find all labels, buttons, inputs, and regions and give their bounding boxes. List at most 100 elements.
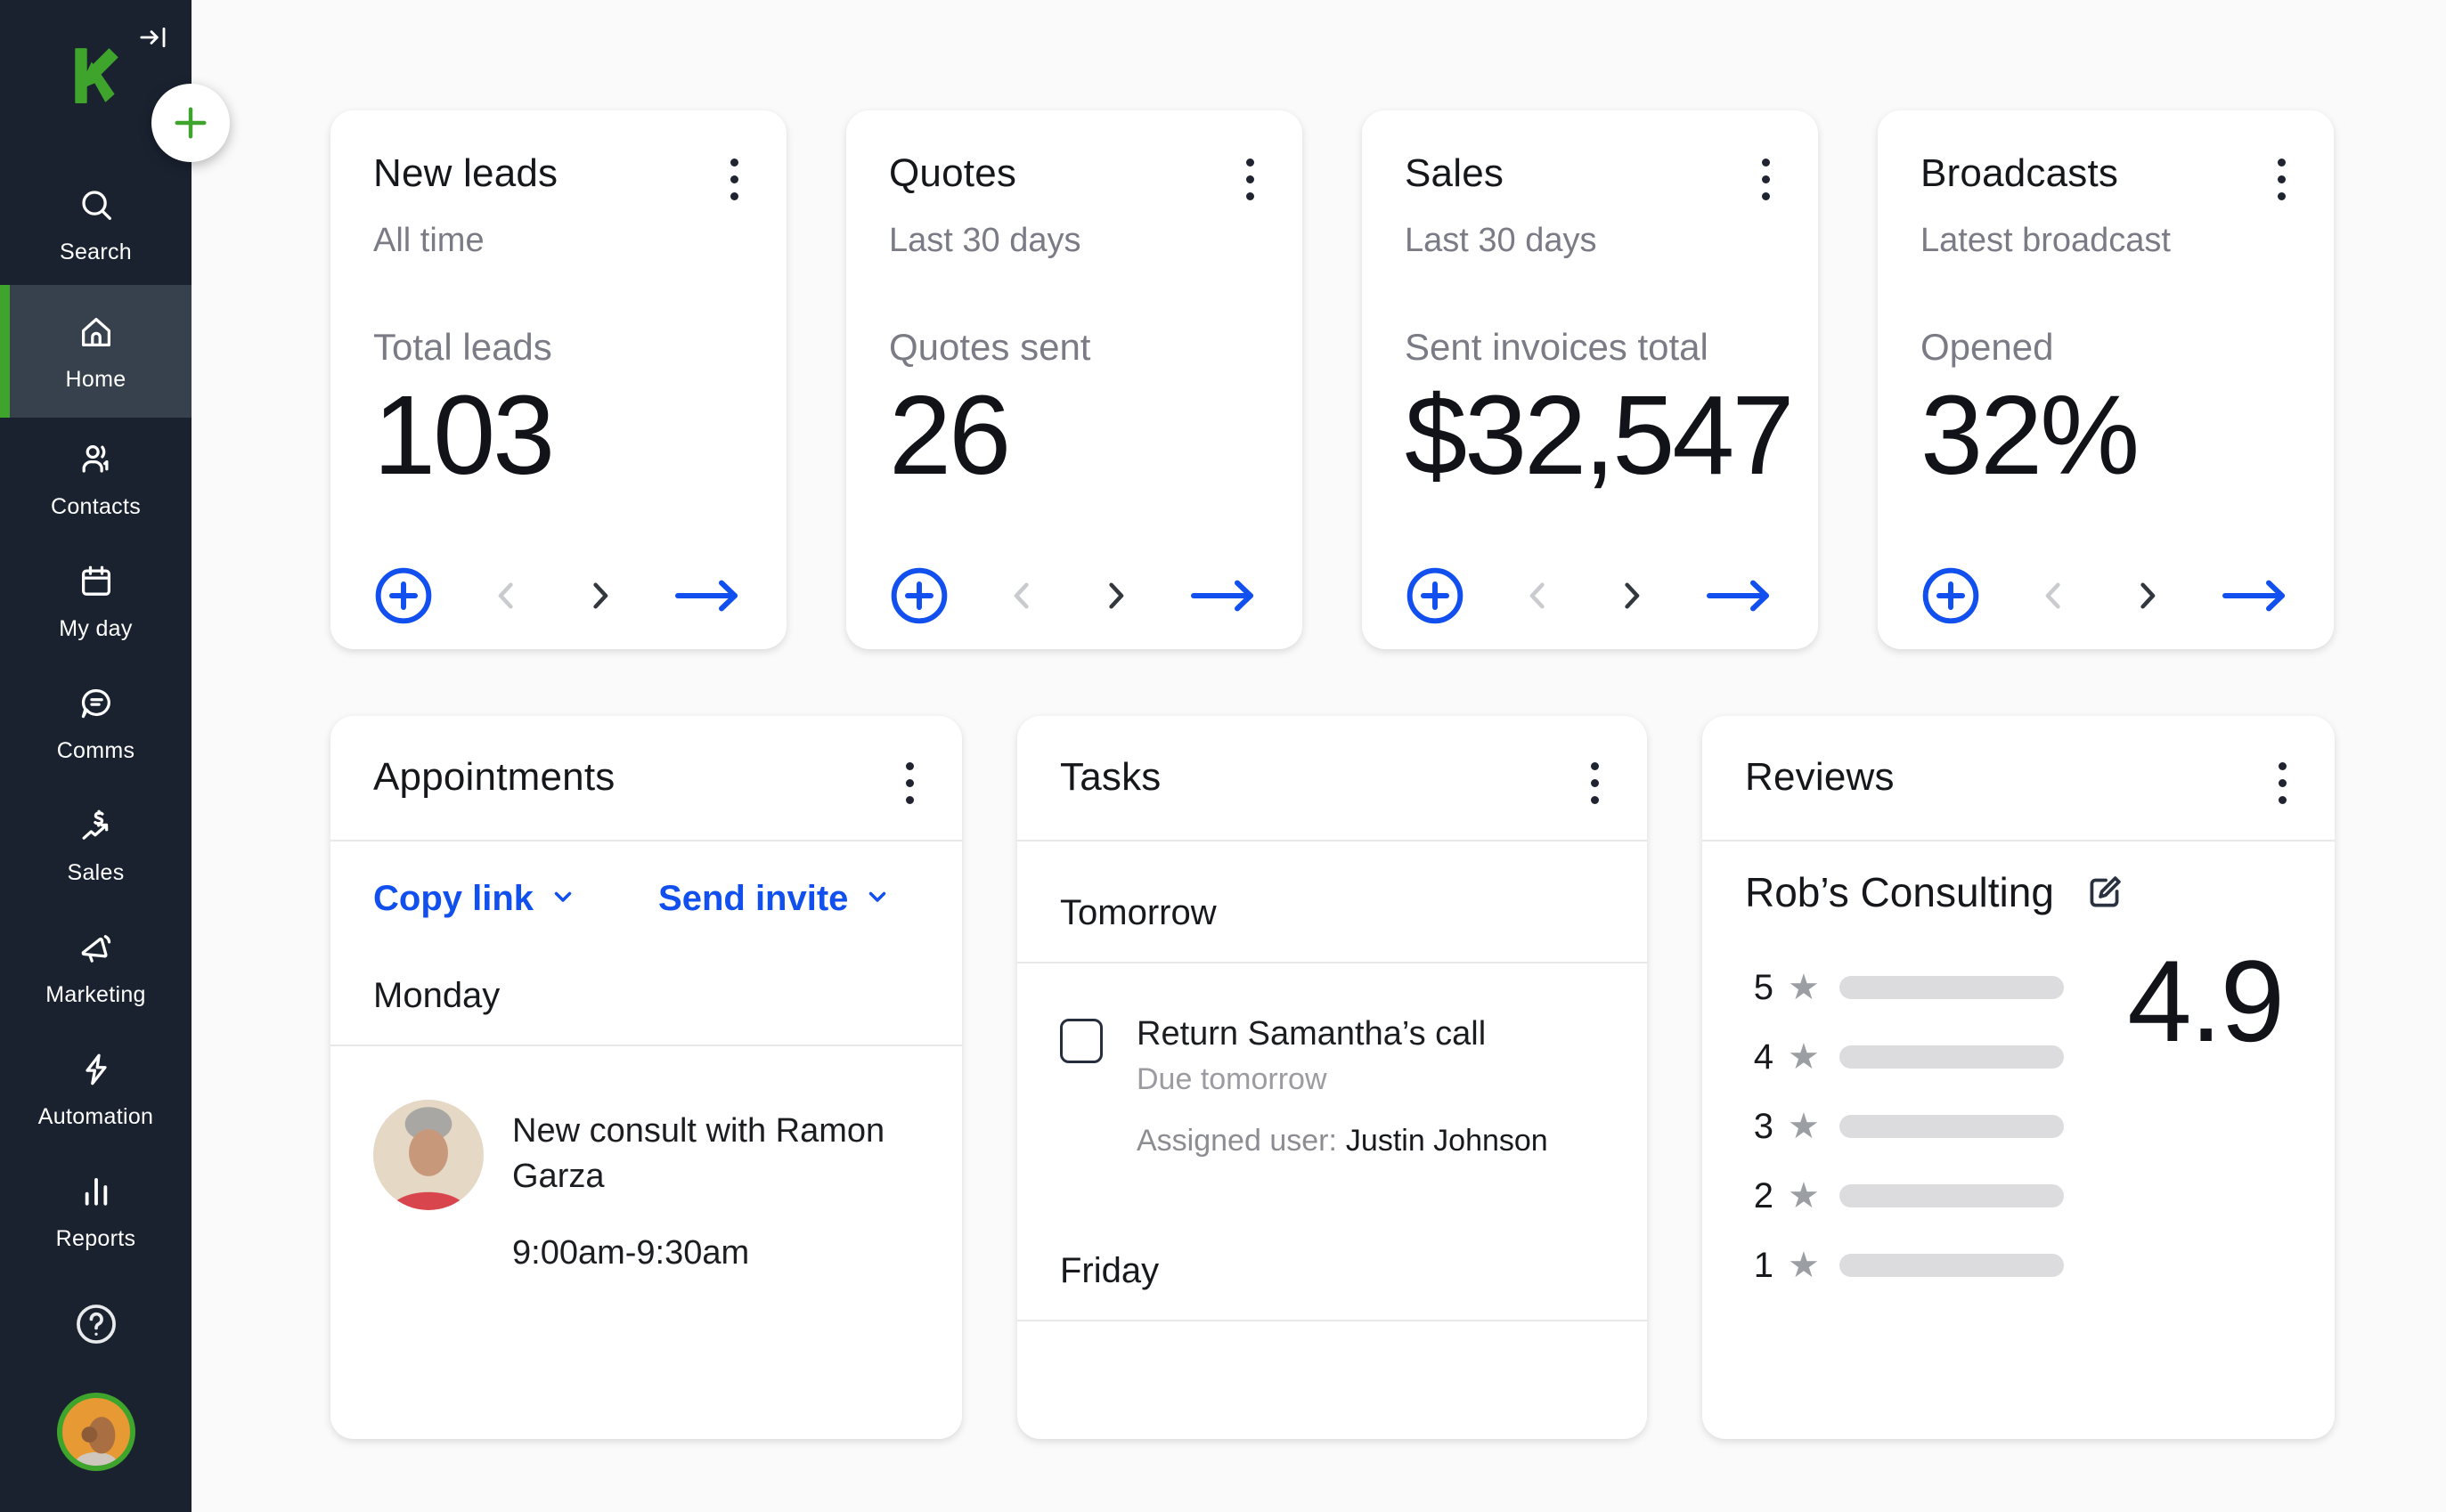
rating-row: 1 (1745, 1246, 2292, 1285)
home-icon (76, 312, 117, 357)
add-circle-icon[interactable] (1920, 565, 1981, 626)
kebab-menu-icon[interactable] (725, 151, 744, 207)
kebab-menu-icon[interactable] (1757, 151, 1775, 207)
card-title: Reviews (1745, 755, 1895, 800)
widgets-row: Appointments Copy link Send invite (330, 716, 2335, 1439)
arrow-right-icon[interactable] (2220, 577, 2291, 614)
contact-avatar (373, 1100, 484, 1210)
sidebar-item-sales[interactable]: Sales (0, 784, 192, 906)
help-icon[interactable] (71, 1299, 121, 1352)
star-icon (1788, 1039, 1820, 1075)
sidebar-item-label: Comms (57, 738, 135, 764)
appointment-item[interactable]: New consult with Ramon Garza 9:00am-9:30… (330, 1100, 962, 1272)
divider (1017, 962, 1647, 963)
collapse-sidebar-icon[interactable] (136, 20, 172, 58)
reviews-card: Reviews Rob’s Consulting (1702, 716, 2335, 1439)
task-assigned: Assigned user:Justin Johnson (1137, 1124, 1548, 1158)
task-title: Return Samantha’s call (1137, 1015, 1548, 1053)
add-circle-icon[interactable] (1405, 565, 1465, 626)
card-title: Quotes (889, 151, 1016, 196)
sidebar-item-reports[interactable]: Reports (0, 1150, 192, 1272)
kpi-subtitle: Last 30 days (889, 222, 1260, 260)
average-rating: 4.9 (2127, 934, 2283, 1068)
sidebar-item-label: Sales (67, 860, 124, 886)
kpi-value: 32% (1920, 372, 2291, 499)
business-name: Rob’s Consulting (1745, 868, 2054, 916)
kpi-card-broadcasts: Broadcasts Latest broadcast Opened 32% (1878, 110, 2334, 649)
speech-bubble-icon (76, 683, 117, 728)
star-icon (1788, 970, 1820, 1005)
task-due-date: Due tomorrow (1137, 1062, 1548, 1097)
arrow-right-icon[interactable] (673, 577, 744, 614)
sidebar: Search Home Contacts (0, 0, 192, 1512)
copy-link-button[interactable]: Copy link (373, 879, 576, 919)
divider (330, 840, 962, 841)
add-fab-button[interactable] (151, 84, 230, 162)
add-circle-icon[interactable] (373, 565, 434, 626)
chevron-left-icon[interactable] (488, 577, 526, 614)
chevron-left-icon[interactable] (1520, 577, 1557, 614)
sidebar-item-contacts[interactable]: Contacts (0, 418, 192, 540)
kpi-subtitle: Last 30 days (1405, 222, 1775, 260)
chevron-right-icon[interactable] (581, 577, 618, 614)
card-title: New leads (373, 151, 558, 196)
kpi-footer (1405, 565, 1775, 626)
kebab-menu-icon[interactable] (2273, 755, 2292, 811)
kebab-menu-icon[interactable] (1241, 151, 1260, 207)
chevron-down-icon (550, 879, 576, 919)
kpi-subtitle: All time (373, 222, 744, 260)
sidebar-item-label: Contacts (51, 494, 141, 520)
search-icon (76, 184, 117, 230)
card-title: Appointments (373, 755, 615, 800)
sidebar-item-label: Marketing (45, 982, 145, 1008)
divider (1017, 1320, 1647, 1321)
card-title: Tasks (1060, 755, 1161, 800)
kpi-value: $32,547 (1405, 372, 1775, 499)
rating-bar (1839, 1254, 2064, 1277)
bar-chart-icon (76, 1171, 117, 1216)
sidebar-item-my-day[interactable]: My day (0, 540, 192, 662)
tasks-section-header: Friday (1017, 1251, 1647, 1291)
add-circle-icon[interactable] (889, 565, 950, 626)
sidebar-item-label: Reports (56, 1226, 136, 1252)
sidebar-item-label: Search (60, 240, 132, 265)
chevron-down-icon (864, 879, 891, 919)
kpi-footer (373, 565, 744, 626)
task-item: Return Samantha’s call Due tomorrow Assi… (1017, 1019, 1647, 1158)
sidebar-item-home[interactable]: Home (0, 285, 192, 418)
send-invite-button[interactable]: Send invite (658, 879, 891, 919)
chevron-left-icon[interactable] (2035, 577, 2073, 614)
arrow-right-icon[interactable] (1188, 577, 1260, 614)
star-icon (1788, 1109, 1820, 1144)
edit-icon[interactable] (2083, 870, 2127, 915)
kebab-menu-icon[interactable] (1586, 755, 1604, 811)
task-checkbox[interactable] (1060, 1019, 1103, 1063)
lightning-icon (76, 1049, 117, 1094)
chevron-right-icon[interactable] (1612, 577, 1650, 614)
kpi-card-sales: Sales Last 30 days Sent invoices total $… (1362, 110, 1818, 649)
calendar-icon (76, 561, 117, 606)
sales-trend-icon (76, 805, 117, 850)
kpi-metric-label: Sent invoices total (1405, 326, 1775, 369)
sidebar-item-search[interactable]: Search (0, 163, 192, 285)
kebab-menu-icon[interactable] (901, 755, 919, 811)
user-avatar[interactable] (57, 1393, 135, 1471)
divider (330, 1045, 962, 1046)
sidebar-item-comms[interactable]: Comms (0, 662, 192, 784)
tasks-section-header: Tomorrow (1017, 893, 1647, 933)
kebab-menu-icon[interactable] (2272, 151, 2291, 207)
arrow-right-icon[interactable] (1704, 577, 1775, 614)
star-icon (1788, 1248, 1820, 1283)
chevron-left-icon[interactable] (1004, 577, 1041, 614)
appointment-title: New consult with Ramon Garza (512, 1109, 886, 1200)
kpi-row: New leads All time Total leads 103 (330, 110, 2335, 649)
chevron-right-icon[interactable] (2128, 577, 2165, 614)
chevron-right-icon[interactable] (1097, 577, 1134, 614)
sidebar-item-marketing[interactable]: Marketing (0, 906, 192, 1028)
kpi-subtitle: Latest broadcast (1920, 222, 2291, 260)
sidebar-item-label: Automation (38, 1104, 153, 1130)
sidebar-item-automation[interactable]: Automation (0, 1028, 192, 1150)
sidebar-item-label: My day (59, 616, 132, 642)
kpi-value: 103 (373, 372, 744, 499)
keap-logo (67, 46, 126, 110)
